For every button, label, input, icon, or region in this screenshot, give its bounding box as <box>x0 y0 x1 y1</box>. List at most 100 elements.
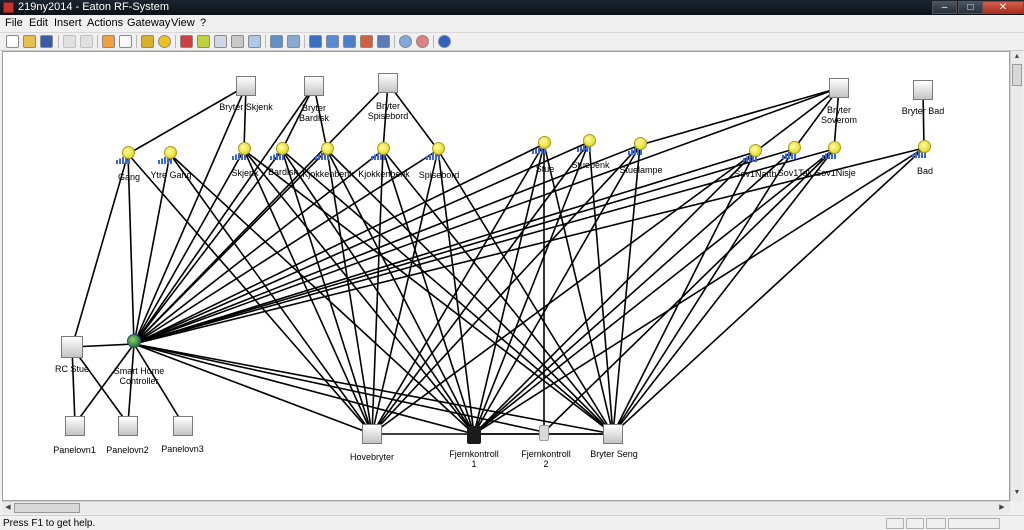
light-bulb-icon[interactable] <box>432 142 445 155</box>
window-title: 219ny2014 - Eaton RF-System <box>18 1 170 13</box>
redo-icon[interactable] <box>80 35 93 48</box>
minimize-button[interactable]: – <box>932 1 957 14</box>
menu-help[interactable]: ? <box>200 17 206 29</box>
edit-icon[interactable] <box>248 35 261 48</box>
scroll-down-icon[interactable]: ▼ <box>1012 488 1022 498</box>
zoom-out-icon[interactable] <box>416 35 429 48</box>
zoom-in-icon[interactable] <box>399 35 412 48</box>
connection-line <box>133 85 247 345</box>
panelovn3-label: Panelovn3 <box>161 444 204 454</box>
heater-icon[interactable] <box>173 416 193 436</box>
menu-insert[interactable]: Insert <box>54 17 82 29</box>
bryter-bad-label: Bryter Bad <box>901 106 945 116</box>
connection-line <box>133 87 840 345</box>
horizontal-scroll-thumb[interactable] <box>14 503 80 513</box>
signal-bar <box>315 156 317 160</box>
vertical-scrollbar[interactable]: ▲ ▼ <box>1010 51 1023 501</box>
status-pane <box>886 518 904 529</box>
vertical-scroll-thumb[interactable] <box>1012 64 1022 86</box>
light-bulb-icon[interactable] <box>634 137 647 150</box>
display-icon[interactable] <box>326 35 339 48</box>
remote-control-icon[interactable] <box>467 426 481 444</box>
select-icon[interactable] <box>119 35 132 48</box>
signal-bar <box>532 150 534 154</box>
signal-bar <box>432 153 434 160</box>
connection-line <box>612 151 756 435</box>
switch-icon[interactable] <box>377 35 390 48</box>
scroll-up-icon[interactable]: ▲ <box>1012 52 1022 62</box>
menu-file[interactable]: File <box>5 17 23 29</box>
switch-icon[interactable] <box>829 78 849 98</box>
light-bulb-icon[interactable] <box>788 141 801 154</box>
menu-actions[interactable]: Actions <box>87 17 123 29</box>
close-button[interactable]: ✕ <box>982 1 1024 14</box>
smart-home-controller-label: Smart Home Controller <box>113 366 165 386</box>
open-icon[interactable] <box>23 35 36 48</box>
switch-icon[interactable] <box>362 424 382 444</box>
maximize-button[interactable]: □ <box>958 1 983 14</box>
light-bulb-icon[interactable] <box>538 136 551 149</box>
heater-icon[interactable] <box>65 416 85 436</box>
network-icon[interactable] <box>180 35 193 48</box>
rc-stue-icon[interactable] <box>61 336 83 358</box>
scroll-right-icon[interactable]: ▶ <box>997 503 1007 513</box>
switch-icon[interactable] <box>304 76 324 96</box>
new-icon[interactable] <box>6 35 19 48</box>
pencil-icon[interactable] <box>102 35 115 48</box>
light-bulb-icon[interactable] <box>377 142 390 155</box>
status-pane <box>906 518 924 529</box>
table-icon[interactable] <box>270 35 283 48</box>
light-bulb-icon[interactable] <box>828 141 841 154</box>
scroll-left-icon[interactable]: ◀ <box>3 503 13 513</box>
menu-gateway[interactable]: Gateway <box>127 17 170 29</box>
connection-line <box>127 153 135 345</box>
signal-bar <box>749 155 751 162</box>
light-bulb-icon[interactable] <box>583 134 596 147</box>
undo-icon[interactable] <box>63 35 76 48</box>
monitor-icon[interactable] <box>309 35 322 48</box>
switch-icon[interactable] <box>236 76 256 96</box>
signal-bar <box>119 158 121 164</box>
light-bulb-icon[interactable] <box>749 144 762 157</box>
hovebryter-label: Hovebryter <box>349 452 394 462</box>
diagram-canvas[interactable]: Bryter Skjenk Bryter Bardisk Bryter Spis… <box>2 51 1010 501</box>
globe-icon[interactable] <box>127 334 141 348</box>
heater-icon[interactable] <box>118 416 138 436</box>
app-icon <box>3 2 14 13</box>
fjernkontroll1-label: Fjernkontroll 1 <box>449 449 499 469</box>
status-bar: Press F1 to get help. <box>0 515 1024 530</box>
signal-bar <box>276 153 278 160</box>
light-bulb-icon[interactable] <box>321 142 334 155</box>
connection-line <box>169 153 373 435</box>
info-icon[interactable] <box>438 35 451 48</box>
key-icon[interactable] <box>141 35 154 48</box>
menu-edit[interactable]: Edit <box>29 17 48 29</box>
horizontal-scrollbar[interactable]: ◀ ▶ <box>2 501 1010 514</box>
panel-icon[interactable] <box>343 35 356 48</box>
signal-bar <box>321 153 323 160</box>
switch-icon[interactable] <box>378 73 398 93</box>
signal-bar <box>318 154 320 160</box>
connection-line <box>71 153 129 348</box>
connection-line <box>326 149 614 435</box>
light-stuelampe-label: Stuelampe <box>619 165 663 175</box>
remote-control-icon[interactable] <box>539 425 549 441</box>
grid-icon[interactable] <box>214 35 227 48</box>
light-bulb-icon[interactable] <box>918 140 931 153</box>
light-bulb-icon[interactable] <box>238 142 251 155</box>
switch-icon[interactable] <box>913 80 933 100</box>
transfer-icon[interactable] <box>360 35 373 48</box>
light-stuebenk-label: Stuebenk <box>571 160 610 170</box>
switch-icon[interactable] <box>603 424 623 444</box>
save-icon[interactable] <box>40 35 53 48</box>
tools-icon[interactable] <box>231 35 244 48</box>
light-bulb-icon[interactable] <box>276 142 289 155</box>
menu-view[interactable]: View <box>171 17 195 29</box>
light-bulb-icon[interactable] <box>164 146 177 159</box>
window-icon[interactable] <box>287 35 300 48</box>
light-bulb-icon[interactable] <box>122 146 135 159</box>
link-icon[interactable] <box>197 35 210 48</box>
toolbar-separator <box>136 35 137 48</box>
connection-line <box>588 141 614 435</box>
gear-icon[interactable] <box>158 35 171 48</box>
